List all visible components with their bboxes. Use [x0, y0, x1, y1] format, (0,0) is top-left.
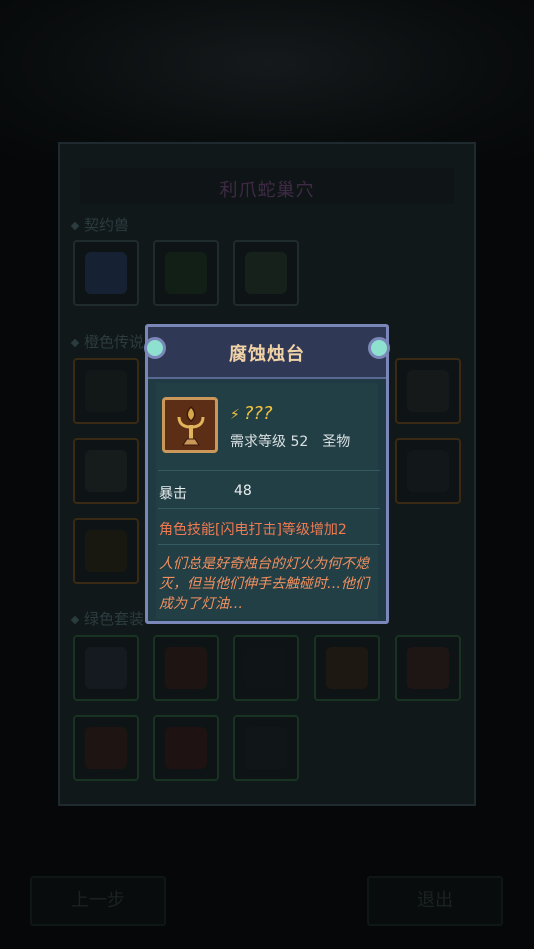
prev-step-button[interactable]: 上一步	[30, 876, 166, 926]
legend-item-slot[interactable]	[73, 518, 139, 584]
beast-slot[interactable]	[73, 240, 139, 306]
skill-bonus-text: 角色技能[闪电打击]等级增加2	[159, 522, 347, 538]
section-label-green-set: 绿色套装	[70, 608, 144, 629]
set-item-slot[interactable]	[73, 635, 139, 701]
set-item-slot[interactable]	[314, 635, 380, 701]
section-label-orange-legend: 橙色传说	[70, 331, 144, 352]
divider	[158, 508, 380, 509]
divider	[158, 544, 380, 545]
exit-button[interactable]: 退出	[367, 876, 503, 926]
lore-text: 人们总是好奇烛台的灯火为何不熄灭，但当他们伸手去触碰时…他们成为了灯油…	[159, 556, 369, 612]
item-tooltip: 腐蚀烛台 ⚡??? 需求等级 52 圣物 暴击 48 角色技能[闪电打击]等级增加2…	[144, 324, 390, 624]
stat-crit: 暴击 48	[159, 483, 252, 502]
divider	[158, 470, 380, 471]
ornament-gem-icon	[368, 337, 390, 359]
set-item-slot[interactable]	[153, 635, 219, 701]
background-ornament	[0, 0, 534, 160]
legend-item-slot[interactable]	[395, 438, 461, 504]
panel-title: 利爪蛇巢穴	[219, 180, 315, 201]
set-item-slot[interactable]	[73, 715, 139, 781]
legend-item-slot[interactable]	[395, 358, 461, 424]
item-name: ⚡???	[230, 403, 273, 424]
beast-slot[interactable]	[153, 240, 219, 306]
item-requirement: 需求等级 52 圣物	[230, 434, 351, 450]
set-item-slot[interactable]	[395, 635, 461, 701]
candelabra-icon	[162, 397, 218, 453]
ornament-gem-icon	[144, 337, 166, 359]
set-item-slot[interactable]	[233, 635, 299, 701]
bolt-icon: ⚡	[230, 407, 240, 423]
set-item-slot[interactable]	[153, 715, 219, 781]
tooltip-header: 腐蚀烛台	[148, 327, 386, 379]
section-label-contract-beasts: 契约兽	[70, 214, 129, 235]
legend-item-slot[interactable]	[73, 438, 139, 504]
beast-slot[interactable]	[233, 240, 299, 306]
set-item-slot[interactable]	[233, 715, 299, 781]
legend-item-slot[interactable]	[73, 358, 139, 424]
tooltip-title: 腐蚀烛台	[229, 344, 305, 365]
